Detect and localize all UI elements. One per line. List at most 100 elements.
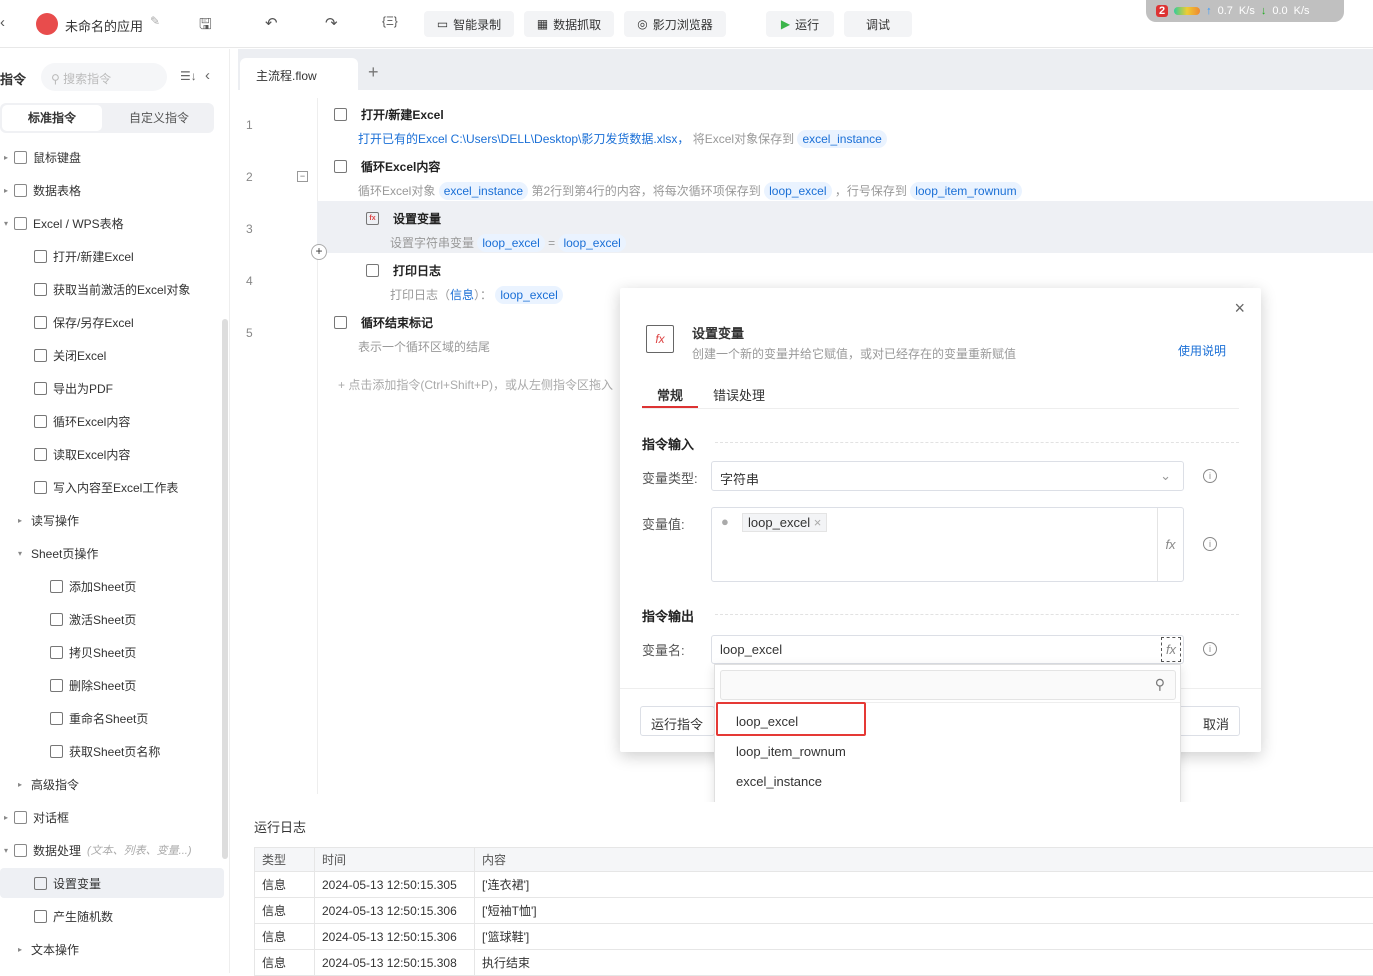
sidebar-item[interactable]: 保存/另存Excel	[0, 307, 224, 337]
tab-main-flow[interactable]: 主流程.flow	[240, 58, 358, 91]
log-row: 信息2024-05-13 12:50:15.306['短袖T恤']	[255, 898, 1373, 924]
add-step-hint[interactable]: + 点击添加指令(Ctrl+Shift+P)，或从左侧指令区拖入	[338, 376, 620, 393]
line-number: 2	[246, 170, 253, 184]
section-output: 指令输出	[642, 606, 694, 625]
variable-value-input[interactable]: ● loop_excel × fx	[711, 507, 1184, 582]
expand-arrow-icon[interactable]: ▸	[18, 780, 28, 789]
tab-general[interactable]: 常规	[657, 385, 683, 404]
expand-arrow-icon[interactable]: ▸	[18, 945, 28, 954]
expand-arrow-icon[interactable]: ▸	[18, 516, 28, 525]
category-icon	[14, 151, 27, 164]
flow-step[interactable]: 打印日志 打印日志（信息）： loop_excel	[366, 262, 563, 303]
sidebar-item[interactable]: 循环Excel内容	[0, 406, 224, 436]
sidebar-item[interactable]: 导出为PDF	[0, 373, 224, 403]
tab-standard[interactable]: 标准指令	[2, 105, 102, 131]
edit-icon[interactable]: ✎	[150, 14, 160, 28]
line-number: 3	[246, 222, 253, 236]
expand-arrow-icon[interactable]: ▸	[4, 813, 14, 822]
name-label: 变量名:	[642, 640, 685, 659]
log-row: 信息2024-05-13 12:50:15.305['连衣裙']	[255, 872, 1373, 898]
command-icon	[34, 250, 47, 263]
sidebar-item[interactable]: ▸对话框	[0, 802, 224, 832]
variable-name-input[interactable]: loop_excelfx	[711, 635, 1184, 664]
run-button[interactable]: ▶运行	[766, 11, 834, 37]
tab-error-handling[interactable]: 错误处理	[713, 385, 765, 404]
sidebar-item[interactable]: 设置变量	[0, 868, 224, 898]
sidebar-item[interactable]: ▸高级指令	[0, 769, 224, 799]
close-icon[interactable]: ×	[1234, 298, 1245, 319]
remove-chip-icon[interactable]: ×	[814, 515, 822, 530]
flow-step-selected[interactable]: fx设置变量 设置字符串变量 loop_excel = loop_excel	[366, 210, 626, 251]
back-icon[interactable]: ‹	[0, 14, 5, 31]
sidebar-item[interactable]: 获取Sheet页名称	[0, 736, 224, 766]
add-tab-icon[interactable]: +	[368, 62, 379, 83]
cancel-button[interactable]: 取消	[1175, 706, 1240, 736]
expand-arrow-icon[interactable]: ▾	[4, 219, 14, 228]
sidebar-item[interactable]: ▸读写操作	[0, 505, 224, 535]
info-icon[interactable]: i	[1203, 642, 1217, 656]
sidebar-item[interactable]: ▸鼠标键盘	[0, 142, 224, 172]
undo-icon[interactable]: ↶	[265, 14, 278, 32]
fx-button[interactable]: fx	[1157, 508, 1183, 581]
dropdown-option[interactable]: loop_excel	[736, 714, 798, 729]
command-icon	[34, 877, 47, 890]
sidebar-item[interactable]: ▾数据处理(文本、列表、变量...)	[0, 835, 224, 865]
sidebar-tabs: 标准指令 自定义指令	[0, 103, 214, 133]
tab-custom[interactable]: 自定义指令	[106, 105, 212, 131]
sidebar-scrollbar[interactable]	[222, 319, 228, 859]
sidebar-item[interactable]: ▸文本操作	[0, 934, 224, 964]
expand-arrow-icon[interactable]: ▾	[4, 846, 14, 855]
run-command-button[interactable]: 运行指令	[640, 706, 715, 736]
sidebar-item[interactable]: ▸数据表格	[0, 175, 224, 205]
shield-icon: 2	[1156, 5, 1168, 17]
sidebar-item[interactable]: 激活Sheet页	[0, 604, 224, 634]
fx-button[interactable]: fx	[1161, 637, 1181, 662]
sidebar-item[interactable]: 添加Sheet页	[0, 571, 224, 601]
command-icon	[34, 382, 47, 395]
sidebar-item[interactable]: 打开/新建Excel	[0, 241, 224, 271]
flow-step[interactable]: 循环Excel内容 循环Excel对象 excel_instance 第2行到第…	[334, 158, 1022, 199]
table-icon: ▦	[537, 17, 548, 31]
search-input[interactable]: ⚲ 搜索指令	[41, 63, 167, 91]
sidebar-item[interactable]: 删除Sheet页	[0, 670, 224, 700]
expand-arrow-icon[interactable]: ▸	[4, 153, 14, 162]
info-icon[interactable]: i	[1203, 469, 1217, 483]
sidebar-item[interactable]: 重命名Sheet页	[0, 703, 224, 733]
data-scrape-button[interactable]: ▦数据抓取	[524, 11, 614, 37]
sidebar-item[interactable]: 关闭Excel	[0, 340, 224, 370]
dropdown-search-input[interactable]: ⚲	[720, 670, 1176, 700]
command-icon	[50, 580, 63, 593]
app-logo	[36, 13, 58, 35]
redo-icon[interactable]: ↷	[325, 14, 338, 32]
browser-button[interactable]: ◎影刀浏览器	[624, 11, 726, 37]
save-icon[interactable]: 🖫	[199, 14, 212, 39]
help-link[interactable]: 使用说明	[1178, 342, 1226, 359]
sidebar-item[interactable]: 产生随机数	[0, 901, 224, 931]
insert-step-icon[interactable]: +	[311, 244, 327, 260]
collapse-icon[interactable]: ‹	[205, 67, 210, 84]
section-input: 指令输入	[642, 434, 694, 453]
collapse-toggle[interactable]: −	[297, 171, 308, 182]
dialog-subtitle: 创建一个新的变量并给它赋值，或对已经存在的变量重新赋值	[692, 345, 1016, 362]
expand-arrow-icon[interactable]: ▸	[4, 186, 14, 195]
flow-step[interactable]: 循环结束标记 表示一个循环区域的结尾	[334, 314, 490, 355]
smart-record-button[interactable]: ▭智能录制	[424, 11, 514, 37]
sidebar-item[interactable]: ▾Excel / WPS表格	[0, 208, 224, 238]
flow-step[interactable]: 打开/新建Excel 打开已有的Excel C:\Users\DELL\Desk…	[334, 106, 887, 147]
info-icon[interactable]: i	[1203, 537, 1217, 551]
debug-button[interactable]: 调试	[844, 11, 912, 37]
excel-loop-icon	[334, 160, 347, 173]
category-icon	[14, 184, 27, 197]
sidebar-item[interactable]: 读取Excel内容	[0, 439, 224, 469]
dropdown-option[interactable]: excel_instance	[736, 774, 822, 789]
expand-arrow-icon[interactable]: ▾	[18, 549, 28, 558]
sidebar-item[interactable]: 获取当前激活的Excel对象	[0, 274, 224, 304]
sidebar-item[interactable]: 写入内容至Excel工作表	[0, 472, 224, 502]
command-icon	[34, 448, 47, 461]
variable-type-select[interactable]: 字符串⌄	[711, 461, 1184, 491]
variables-icon[interactable]: {Ξ}	[382, 14, 398, 28]
sort-icon[interactable]: ☰↓	[180, 69, 197, 83]
sidebar-item[interactable]: 拷贝Sheet页	[0, 637, 224, 667]
sidebar-item[interactable]: ▾Sheet页操作	[0, 538, 224, 568]
dropdown-option[interactable]: loop_item_rownum	[736, 744, 846, 759]
